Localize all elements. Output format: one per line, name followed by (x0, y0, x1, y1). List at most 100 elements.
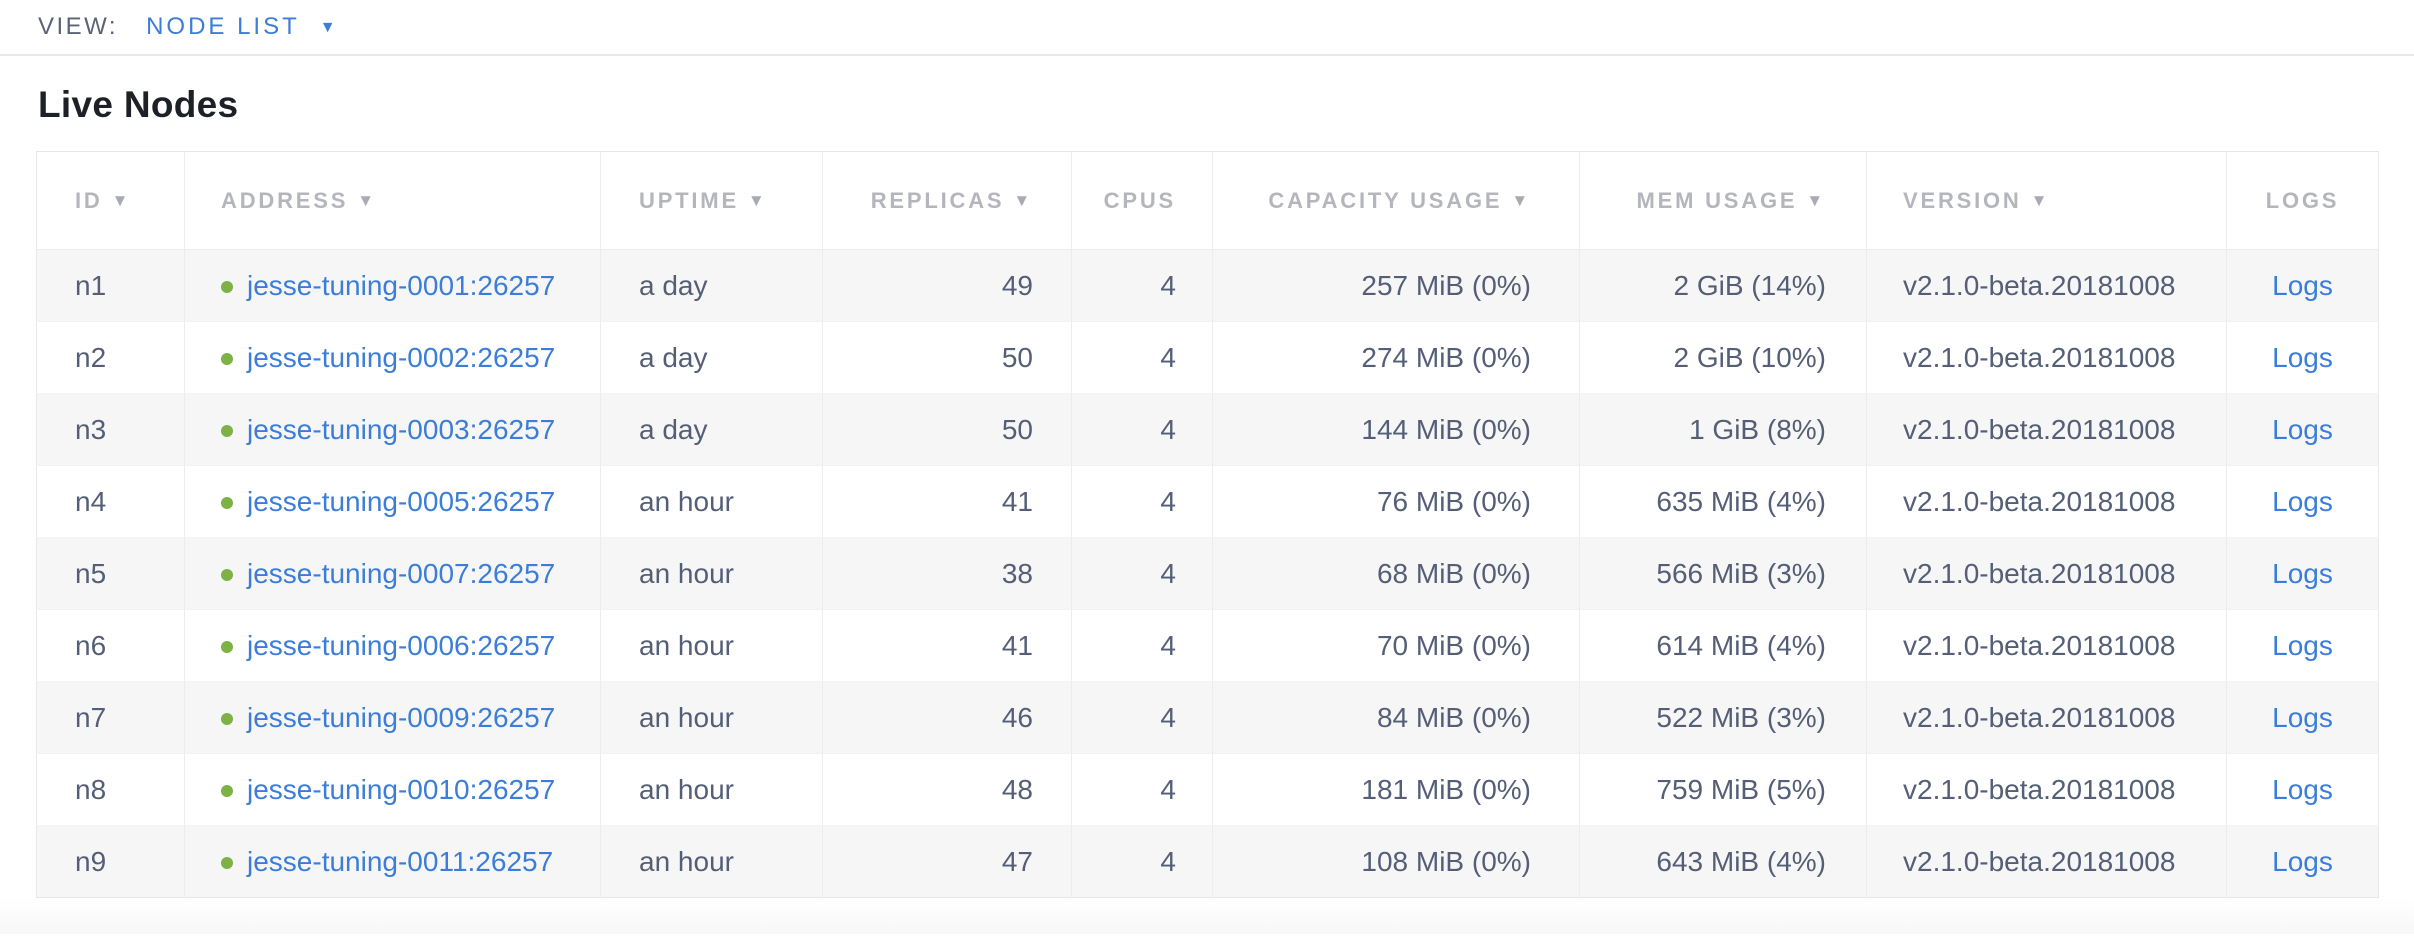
column-header-label: ID (75, 188, 103, 213)
node-logs-cell: Logs (2227, 682, 2379, 754)
node-mem-usage-cell: 1 GiB (8%) (1580, 394, 1867, 466)
node-logs-cell: Logs (2227, 538, 2379, 610)
column-header-cpus: CPUS (1072, 152, 1213, 250)
node-replicas-cell: 46 (823, 682, 1072, 754)
column-header-capacity-usage[interactable]: CAPACITY USAGE▼ (1213, 152, 1580, 250)
node-live-status-icon (221, 713, 233, 725)
node-live-status-icon (221, 641, 233, 653)
column-header-replicas[interactable]: REPLICAS ▼ (823, 152, 1072, 250)
table-header-row: ID▼ ADDRESS▼ UPTIME▼ REPLICAS▼ CPUS CAPA… (37, 152, 2379, 250)
node-live-status-icon (221, 497, 233, 509)
node-version-cell: v2.1.0-beta.20181008 (1867, 394, 2227, 466)
node-address-link[interactable]: jesse-tuning-0006:26257 (247, 630, 555, 661)
table-row: n1 jesse-tuning-0001:26257 a day 49 4 25… (37, 250, 2379, 322)
logs-link[interactable]: Logs (2272, 702, 2333, 733)
node-cpus-cell: 4 (1072, 682, 1213, 754)
column-header-label: MEM USAGE (1636, 188, 1797, 213)
view-node-list-dropdown[interactable]: NODE LIST ▼ (146, 13, 339, 41)
node-replicas-cell: 48 (823, 754, 1072, 826)
node-address-link[interactable]: jesse-tuning-0003:26257 (247, 414, 555, 445)
node-version-cell: v2.1.0-beta.20181008 (1867, 754, 2227, 826)
node-capacity-usage-cell: 84 MiB (0%) (1213, 682, 1580, 754)
column-header-uptime[interactable]: UPTIME▼ (601, 152, 823, 250)
logs-link[interactable]: Logs (2272, 774, 2333, 805)
node-capacity-usage-cell: 257 MiB (0%) (1213, 250, 1580, 322)
node-version-cell: v2.1.0-beta.20181008 (1867, 250, 2227, 322)
node-id-cell: n4 (37, 466, 185, 538)
node-uptime-cell: an hour (601, 610, 823, 682)
table-row: n3 jesse-tuning-0003:26257 a day 50 4 14… (37, 394, 2379, 466)
column-header-label: LOGS (2266, 188, 2340, 213)
node-address-link[interactable]: jesse-tuning-0009:26257 (247, 702, 555, 733)
view-label: VIEW: (38, 13, 118, 41)
logs-link[interactable]: Logs (2272, 270, 2333, 301)
node-cpus-cell: 4 (1072, 466, 1213, 538)
node-id-cell: n5 (37, 538, 185, 610)
column-header-label: CAPACITY USAGE (1268, 188, 1502, 213)
node-uptime-cell: an hour (601, 754, 823, 826)
logs-link[interactable]: Logs (2272, 630, 2333, 661)
table-row: n5 jesse-tuning-0007:26257 an hour 38 4 … (37, 538, 2379, 610)
column-header-label: ADDRESS (221, 188, 348, 213)
node-logs-cell: Logs (2227, 250, 2379, 322)
node-address-link[interactable]: jesse-tuning-0005:26257 (247, 486, 555, 517)
node-logs-cell: Logs (2227, 610, 2379, 682)
node-id-cell: n6 (37, 610, 185, 682)
node-logs-cell: Logs (2227, 466, 2379, 538)
node-mem-usage-cell: 759 MiB (5%) (1580, 754, 1867, 826)
node-logs-cell: Logs (2227, 322, 2379, 394)
node-address-link[interactable]: jesse-tuning-0010:26257 (247, 774, 555, 805)
column-header-id[interactable]: ID▼ (37, 152, 185, 250)
view-bar: VIEW: NODE LIST ▼ (0, 0, 2414, 56)
node-replicas-cell: 50 (823, 394, 1072, 466)
node-version-cell: v2.1.0-beta.20181008 (1867, 826, 2227, 898)
page-bottom-gradient (0, 898, 2414, 934)
node-cpus-cell: 4 (1072, 394, 1213, 466)
column-header-label: CPUS (1104, 188, 1176, 213)
logs-link[interactable]: Logs (2272, 846, 2333, 877)
logs-link[interactable]: Logs (2272, 342, 2333, 373)
node-live-status-icon (221, 425, 233, 437)
node-version-cell: v2.1.0-beta.20181008 (1867, 322, 2227, 394)
node-logs-cell: Logs (2227, 394, 2379, 466)
node-version-cell: v2.1.0-beta.20181008 (1867, 682, 2227, 754)
node-mem-usage-cell: 2 GiB (10%) (1580, 322, 1867, 394)
sort-arrow-icon: ▼ (1806, 191, 1826, 211)
logs-link[interactable]: Logs (2272, 414, 2333, 445)
node-cpus-cell: 4 (1072, 754, 1213, 826)
node-address-cell: jesse-tuning-0006:26257 (185, 610, 601, 682)
table-row: n8 jesse-tuning-0010:26257 an hour 48 4 … (37, 754, 2379, 826)
logs-link[interactable]: Logs (2272, 558, 2333, 589)
node-replicas-cell: 38 (823, 538, 1072, 610)
logs-link[interactable]: Logs (2272, 486, 2333, 517)
column-header-address[interactable]: ADDRESS▼ (185, 152, 601, 250)
node-logs-cell: Logs (2227, 826, 2379, 898)
column-header-version[interactable]: VERSION▼ (1867, 152, 2227, 250)
node-cpus-cell: 4 (1072, 826, 1213, 898)
node-address-link[interactable]: jesse-tuning-0007:26257 (247, 558, 555, 589)
node-uptime-cell: a day (601, 394, 823, 466)
node-mem-usage-cell: 614 MiB (4%) (1580, 610, 1867, 682)
node-capacity-usage-cell: 108 MiB (0%) (1213, 826, 1580, 898)
node-address-link[interactable]: jesse-tuning-0001:26257 (247, 270, 555, 301)
node-uptime-cell: an hour (601, 682, 823, 754)
sort-arrow-icon: ▼ (748, 191, 768, 211)
node-replicas-cell: 50 (823, 322, 1072, 394)
node-version-cell: v2.1.0-beta.20181008 (1867, 466, 2227, 538)
node-mem-usage-cell: 643 MiB (4%) (1580, 826, 1867, 898)
sort-arrow-icon: ▼ (1013, 191, 1033, 211)
node-capacity-usage-cell: 274 MiB (0%) (1213, 322, 1580, 394)
node-live-status-icon (221, 353, 233, 365)
node-address-cell: jesse-tuning-0001:26257 (185, 250, 601, 322)
table-row: n4 jesse-tuning-0005:26257 an hour 41 4 … (37, 466, 2379, 538)
node-address-link[interactable]: jesse-tuning-0011:26257 (247, 846, 553, 877)
node-id-cell: n7 (37, 682, 185, 754)
column-header-label: REPLICAS (871, 188, 1005, 213)
column-header-mem-usage[interactable]: MEM USAGE ▼ (1580, 152, 1867, 250)
node-uptime-cell: a day (601, 250, 823, 322)
node-logs-cell: Logs (2227, 754, 2379, 826)
node-capacity-usage-cell: 144 MiB (0%) (1213, 394, 1580, 466)
node-live-status-icon (221, 785, 233, 797)
node-uptime-cell: an hour (601, 826, 823, 898)
node-address-link[interactable]: jesse-tuning-0002:26257 (247, 342, 555, 373)
